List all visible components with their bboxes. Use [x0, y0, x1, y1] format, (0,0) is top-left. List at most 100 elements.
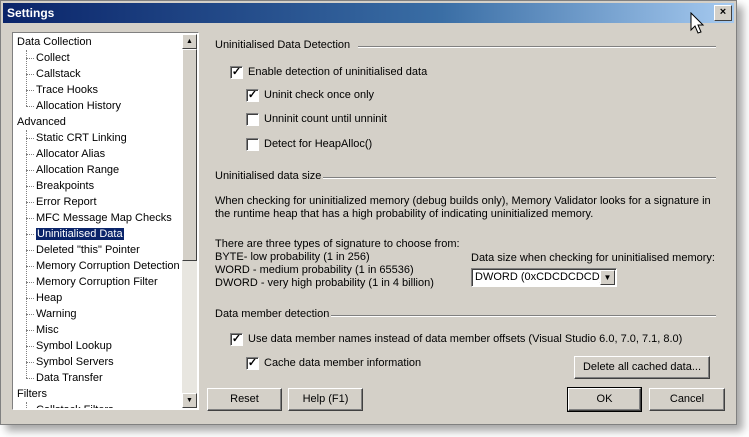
use-member-names-label[interactable]: Use data member names instead of data me… — [248, 333, 682, 345]
tree-item-label: Data Transfer — [36, 372, 103, 384]
uninit-count-label[interactable]: Unninit count until unninit — [264, 113, 387, 125]
tree-connector — [26, 74, 34, 75]
cancel-button[interactable]: Cancel — [649, 388, 725, 411]
tree-connector — [26, 58, 34, 59]
tree-connector — [26, 202, 34, 203]
tree-item-label: Allocation Range — [36, 164, 120, 176]
use-member-names-checkbox[interactable]: ✓ — [230, 333, 243, 346]
tree-item[interactable]: Trace Hooks — [36, 82, 98, 98]
tree-item-label: Allocator Alias — [36, 148, 106, 160]
cache-member-checkbox[interactable]: ✓ — [246, 357, 259, 370]
tree-item-label: Allocation History — [36, 100, 121, 112]
settings-window: Settings × Data Collection Collect Callsta… — [0, 0, 737, 425]
close-button[interactable]: × — [714, 5, 732, 21]
tree-item[interactable]: Heap — [36, 290, 62, 306]
tree-item[interactable]: Deleted "this" Pointer — [36, 242, 140, 258]
tree-connector — [26, 186, 34, 187]
heapalloc-checkbox[interactable] — [246, 138, 259, 151]
tree-item-label: Misc — [36, 324, 59, 336]
tree-item[interactable]: Symbol Lookup — [36, 338, 112, 354]
dropdown-button[interactable]: ▼ — [600, 270, 615, 285]
scroll-up-button[interactable]: ▲ — [182, 34, 197, 49]
tree-connector — [26, 130, 27, 378]
tree-item-label: Data Collection — [17, 36, 92, 48]
tree-item[interactable]: Data Transfer — [36, 370, 103, 386]
data-size-select[interactable]: DWORD (0xCDCDCDCD) ▼ — [471, 268, 617, 287]
enable-detection-checkbox[interactable]: ✓ — [230, 66, 243, 79]
tree-item-label: Symbol Lookup — [36, 340, 112, 352]
tree-connector — [26, 250, 34, 251]
tree-item-label: Static CRT Linking — [36, 132, 127, 144]
tree-item[interactable]: Callstack — [36, 66, 81, 82]
tree-connector — [26, 362, 34, 363]
arrow-up-icon: ▲ — [186, 38, 193, 45]
tree-item-label: Warning — [36, 308, 77, 320]
tree-item[interactable]: Filters — [17, 386, 47, 402]
title-bar[interactable]: Settings × — [3, 3, 734, 23]
tree-item[interactable]: Callstack Filters — [36, 402, 114, 408]
uninit-once-label[interactable]: Uninit check once only — [264, 89, 374, 101]
check-icon: ✓ — [247, 89, 258, 101]
tree-item-label: Trace Hooks — [36, 84, 98, 96]
scroll-thumb[interactable] — [182, 49, 197, 261]
tree-item[interactable]: Error Report — [36, 194, 97, 210]
tree-connector — [26, 138, 34, 139]
help-button[interactable]: Help (F1) — [288, 388, 363, 411]
size-divider — [323, 177, 716, 179]
tree-item[interactable]: Breakpoints — [36, 178, 94, 194]
cache-member-label[interactable]: Cache data member information — [264, 357, 421, 369]
tree-item-label: Callstack Filters — [36, 404, 114, 408]
close-icon: × — [719, 6, 727, 18]
tree-item[interactable]: Data Collection — [17, 34, 92, 50]
tree-item[interactable]: Allocation Range — [36, 162, 119, 178]
enable-detection-label[interactable]: Enable detection of uninitialised data — [248, 66, 427, 78]
tree-item[interactable]: Symbol Servers — [36, 354, 114, 370]
tree-connector — [26, 218, 34, 219]
tree-connector — [26, 106, 34, 107]
tree-item-label: Collect — [36, 52, 70, 64]
uninit-count-checkbox[interactable] — [246, 113, 259, 126]
reset-button[interactable]: Reset — [207, 388, 282, 411]
size-description-line1: When checking for uninitialized memory (… — [215, 195, 711, 207]
tree-scrollbar[interactable]: ▲ ▼ — [182, 34, 197, 408]
heapalloc-label[interactable]: Detect for HeapAlloc() — [264, 138, 372, 150]
tree-item-label: MFC Message Map Checks — [36, 212, 172, 224]
tree-connector — [26, 50, 27, 106]
tree-connector — [26, 282, 34, 283]
tree-item-label: Advanced — [17, 116, 66, 128]
tree-connector — [26, 402, 27, 408]
tree-item[interactable]: Misc — [36, 322, 59, 338]
tree-item[interactable]: Allocator Alias — [36, 146, 105, 162]
tree-item-label: Memory Corruption Filter — [36, 276, 158, 288]
tree-item-label: Callstack — [36, 68, 81, 80]
detection-group-title: Uninitialised Data Detection — [215, 39, 351, 51]
tree-item-label: Error Report — [36, 196, 97, 208]
chevron-down-icon: ▼ — [603, 273, 612, 282]
tree-connector — [26, 234, 34, 235]
settings-tree[interactable]: Data Collection Collect Callstack Trace Hoo… — [12, 32, 199, 410]
tree-item[interactable]: Allocation History — [36, 98, 121, 114]
uninit-once-checkbox[interactable]: ✓ — [246, 89, 259, 102]
tree-connector — [26, 346, 34, 347]
tree-item-label: Heap — [36, 292, 63, 304]
delete-cached-data-button[interactable]: Delete all cached data... — [574, 356, 710, 379]
tree-item[interactable]: Memory Corruption Filter — [36, 274, 158, 290]
tree-item-label: Symbol Servers — [36, 356, 114, 368]
tree-list: Data Collection Collect Callstack Trace Hoo… — [14, 34, 183, 408]
signature-intro: There are three types of signature to ch… — [215, 238, 460, 250]
check-icon: ✓ — [231, 66, 242, 78]
tree-item[interactable]: Warning — [36, 306, 77, 322]
tree-item[interactable]: Collect — [36, 50, 70, 66]
tree-item-label: Filters — [17, 388, 47, 400]
data-size-label: Data size when checking for uninitialise… — [471, 252, 715, 264]
tree-item[interactable]: Uninitialised Data — [35, 226, 125, 242]
tree-connector — [26, 330, 34, 331]
tree-item[interactable]: MFC Message Map Checks — [36, 210, 172, 226]
tree-item[interactable]: Advanced — [17, 114, 66, 130]
ok-button[interactable]: OK — [567, 387, 642, 412]
tree-item-label: Breakpoints — [36, 180, 95, 192]
scroll-down-button[interactable]: ▼ — [182, 393, 197, 408]
tree-item[interactable]: Memory Corruption Detection — [36, 258, 180, 274]
tree-connector — [26, 314, 34, 315]
tree-item[interactable]: Static CRT Linking — [36, 130, 127, 146]
